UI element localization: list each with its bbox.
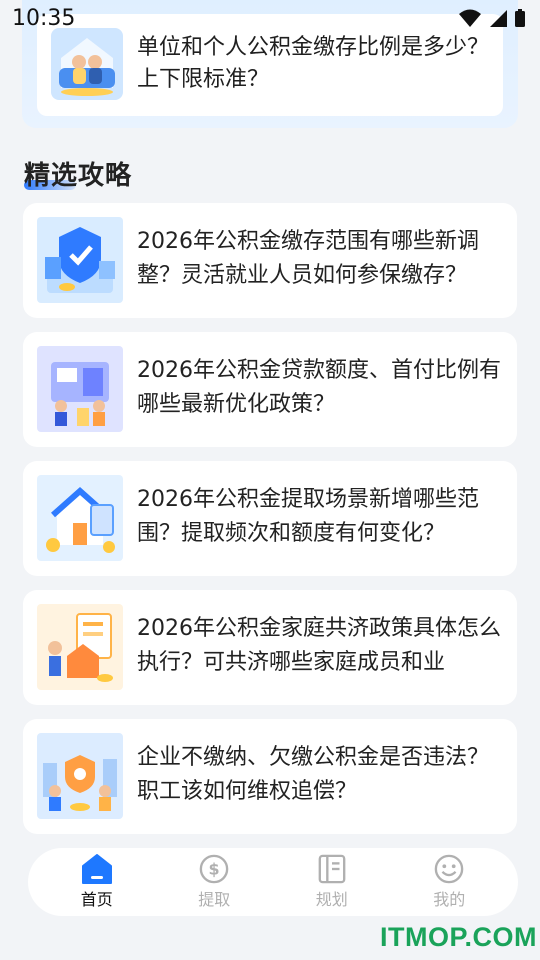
nav-plan[interactable]: 规划	[282, 854, 382, 910]
nav-withdraw[interactable]: $ 提取	[164, 854, 264, 910]
wifi-icon	[459, 9, 481, 27]
article-thumbnail	[37, 346, 123, 432]
family-sofa-thumbnail	[51, 28, 123, 100]
nav-mine[interactable]: 我的	[399, 854, 499, 910]
article-title: 2026年公积金贷款额度、首付比例有哪些最新优化政策？	[137, 358, 501, 417]
article-thumbnail	[37, 217, 123, 303]
article-title: 2026年公积金家庭共济政策具体怎么执行？可共济哪些家庭成员和业	[137, 616, 501, 675]
article-thumbnail	[37, 733, 123, 819]
section-title: 精选攻略	[24, 155, 132, 192]
article-thumbnail	[37, 475, 123, 561]
signal-icon	[490, 10, 507, 27]
top-article-title: 单位和个人公积金缴存比例是多少？上下限标准？	[137, 35, 490, 92]
article-title: 2026年公积金缴存范围有哪些新调整？灵活就业人员如何参保缴存？	[137, 229, 479, 288]
list-item[interactable]: 2026年公积金缴存范围有哪些新调整？灵活就业人员如何参保缴存？	[23, 203, 517, 318]
list-item[interactable]: 2026年公积金贷款额度、首付比例有哪些最新优化政策？	[23, 332, 517, 447]
dollar-coin-icon: $	[199, 854, 229, 884]
nav-mine-label: 我的	[433, 890, 466, 909]
svg-text:$: $	[209, 860, 220, 879]
list-item[interactable]: 2026年公积金提取场景新增哪些范围？提取频次和额度有何变化？	[23, 461, 517, 576]
watermark: ITMOP.COM	[380, 922, 538, 952]
notebook-icon	[318, 854, 346, 884]
nav-withdraw-label: 提取	[198, 890, 231, 909]
status-icons	[458, 8, 526, 28]
smiley-icon	[434, 854, 464, 884]
list-item[interactable]: 2026年公积金家庭共济政策具体怎么执行？可共济哪些家庭成员和业	[23, 590, 517, 705]
status-bar: 10:35	[0, 0, 540, 36]
article-title: 2026年公积金提取场景新增哪些范围？提取频次和额度有何变化？	[137, 487, 479, 546]
battery-icon	[515, 9, 525, 27]
section-title-text: 精选攻略	[24, 161, 133, 191]
bottom-nav: 首页 $ 提取 规划 我的	[28, 848, 518, 916]
home-icon	[81, 854, 112, 884]
nav-home[interactable]: 首页	[47, 854, 147, 910]
list-item[interactable]: 企业不缴纳、欠缴公积金是否违法？职工该如何维权追偿？	[23, 719, 517, 834]
nav-plan-label: 规划	[315, 890, 348, 909]
article-title: 企业不缴纳、欠缴公积金是否违法？职工该如何维权追偿？	[137, 745, 490, 804]
nav-home-label: 首页	[80, 890, 113, 909]
article-thumbnail	[37, 604, 123, 690]
status-time: 10:35	[12, 5, 76, 31]
